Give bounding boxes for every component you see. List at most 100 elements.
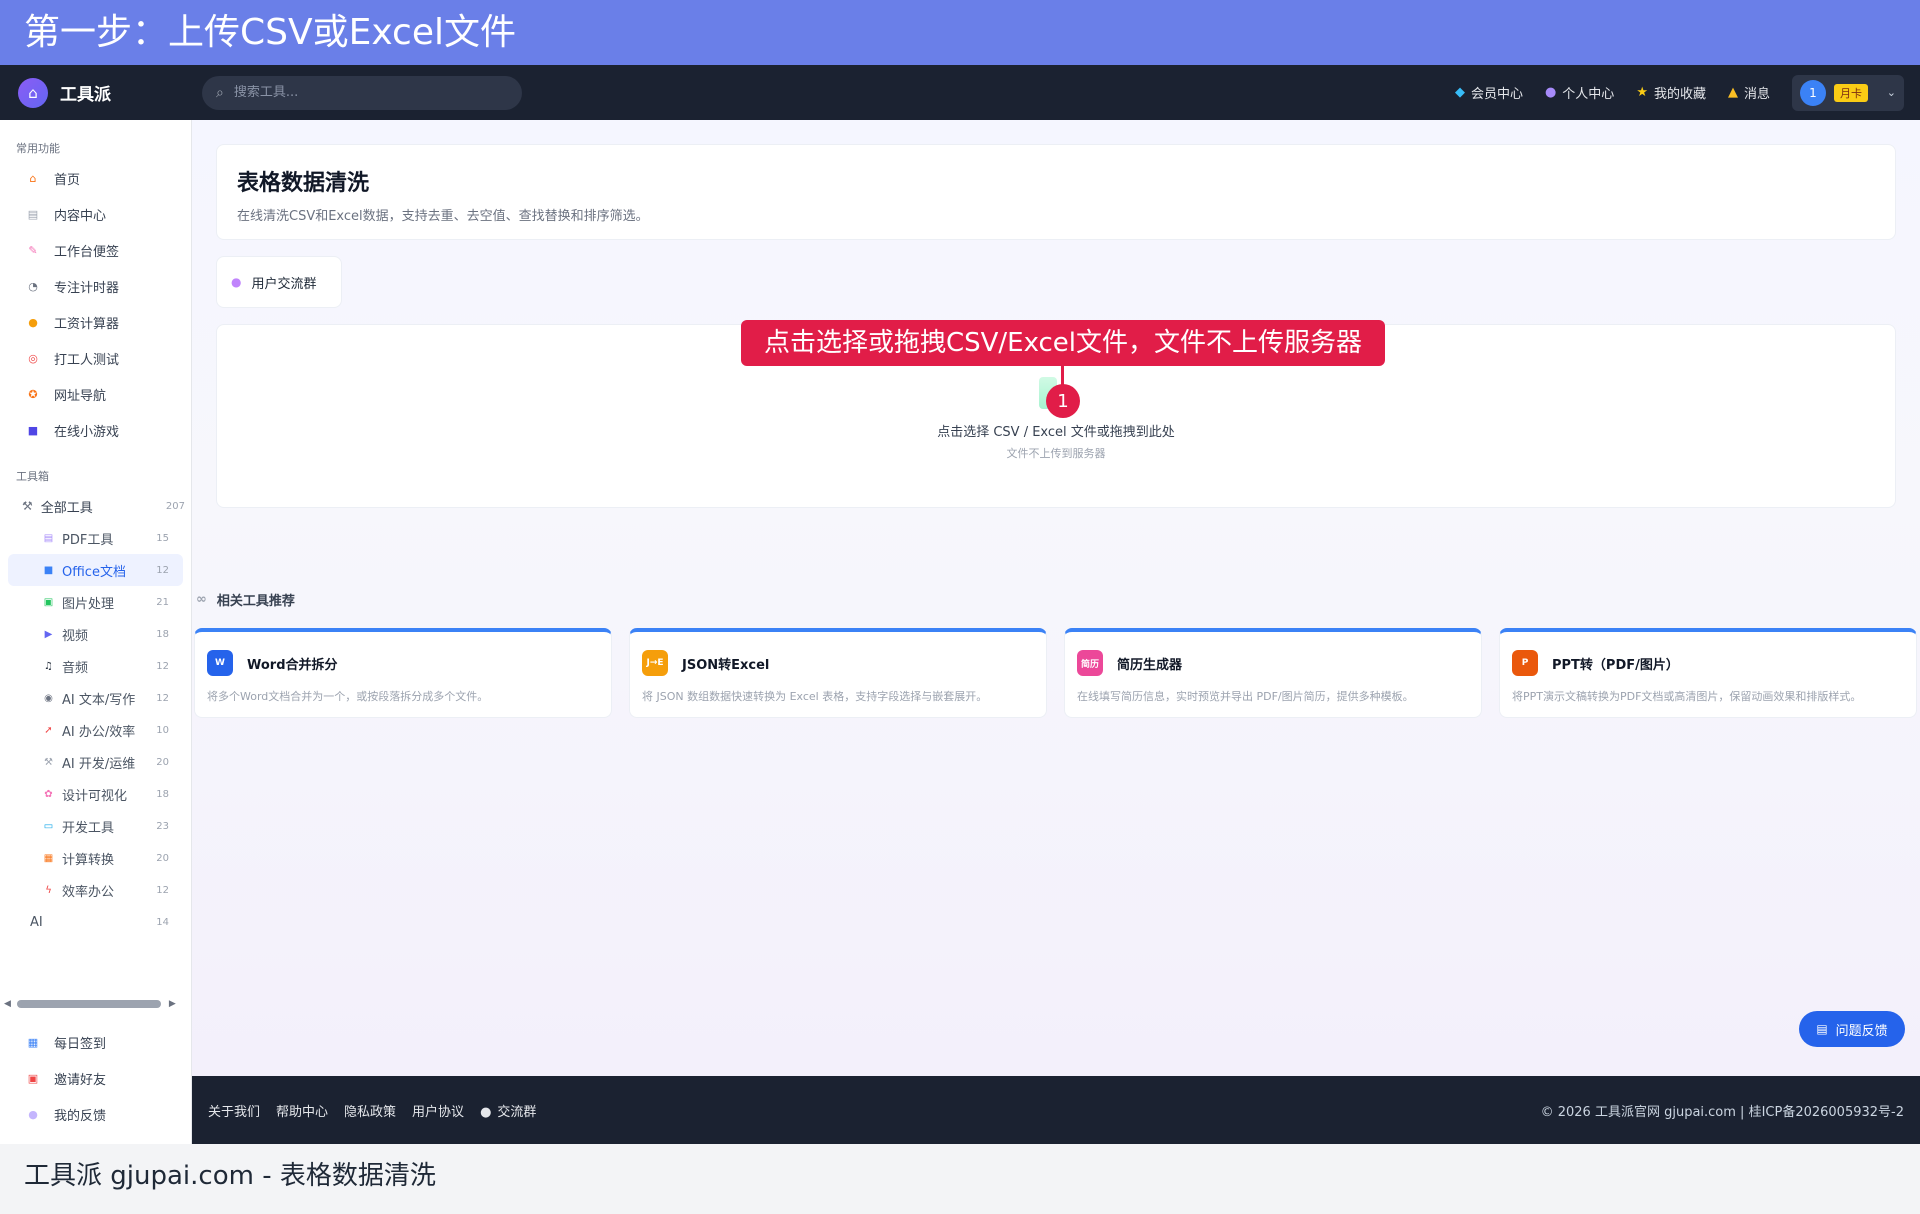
tool-count: 207 xyxy=(165,500,185,512)
sidebar-item-label: 工资计算器 xyxy=(54,316,120,332)
newspaper-icon: ▤ xyxy=(27,207,39,221)
scroll-left-arrow-icon[interactable]: ◀ xyxy=(4,999,11,1009)
link-icon: ∞ xyxy=(196,592,207,607)
tools-icon: ⚒ xyxy=(22,499,33,513)
brand-name: 工具派 xyxy=(60,85,111,105)
footer-link-about[interactable]: 关于我们 xyxy=(208,1101,260,1120)
related-card-header: J→E JSON转Excel xyxy=(642,650,1034,676)
wrench-icon: ⚒ xyxy=(44,756,53,768)
step-banner: 第一步：上传CSV或Excel文件 xyxy=(0,0,1920,65)
gift-icon: ▣ xyxy=(27,1071,39,1085)
copyright: © 2026 工具派官网 gjupai.com | 桂ICP备202600593… xyxy=(1540,1104,1904,1120)
sidebar-tool-item[interactable]: AI 14 xyxy=(8,906,183,938)
tool-count: 10 xyxy=(156,724,169,736)
sidebar-item-invite[interactable]: ▣ 邀请好友 xyxy=(0,1060,191,1096)
nav-favorites[interactable]: ★ 我的收藏 xyxy=(1636,83,1706,102)
scroll-right-arrow-icon[interactable]: ▶ xyxy=(169,999,176,1009)
tool-count: 23 xyxy=(156,820,169,832)
sidebar-item-label: 在线小游戏 xyxy=(54,424,120,440)
brand[interactable]: ⌂ 工具派 xyxy=(18,77,192,108)
related-card-header: 简历 简历生成器 xyxy=(1077,650,1469,676)
feedback-label: 问题反馈 xyxy=(1835,1023,1888,1039)
sidebar-horizontal-scrollbar[interactable]: ◀ ▶ xyxy=(4,997,188,1011)
calculator-icon: ▦ xyxy=(43,852,54,864)
video-icon: ▶ xyxy=(44,628,53,640)
chevron-down-icon: ⌄ xyxy=(1886,86,1896,99)
sidebar-item-home[interactable]: ⌂ 首页 xyxy=(0,160,191,196)
related-tool-card[interactable]: J→E JSON转Excel 将 JSON 数组数据快速转换为 Excel 表格… xyxy=(629,628,1047,718)
sidebar-item-worker-test[interactable]: ◎ 打工人测试 xyxy=(0,340,191,376)
feedback-button[interactable]: ▤ 问题反馈 xyxy=(1799,1011,1905,1047)
sidebar-item-label: 工作台便签 xyxy=(54,244,120,260)
sidebar-item-checkin[interactable]: ▦ 每日签到 xyxy=(0,1024,191,1060)
gamepad-icon: ■ xyxy=(27,423,39,437)
lightning-icon: ϟ xyxy=(45,884,52,896)
related-tool-desc: 将PPT演示文稿转换为PDF文档或高清图片，保留动画效果和排版样式。 xyxy=(1512,690,1862,703)
bell-icon: ▲ xyxy=(1727,85,1738,100)
sidebar-tool-item[interactable]: ▶ 视频 18 xyxy=(8,618,183,650)
related-tool-card[interactable]: W Word合并拆分 将多个Word文档合并为一个，或按段落拆分成多个文件。 xyxy=(194,628,612,718)
sidebar-tool-item[interactable]: ✿ 设计可视化 18 xyxy=(8,778,183,810)
document-icon: ▤ xyxy=(1816,1022,1828,1036)
footer-link-group[interactable]: ● 交流群 xyxy=(480,1101,536,1120)
sidebar-tool-item[interactable]: ♫ 音频 12 xyxy=(8,650,183,682)
sidebar-tool-item[interactable]: ▭ 开发工具 23 xyxy=(8,810,183,842)
chat-icon: ● xyxy=(480,1104,492,1120)
sidebar-item-my-feedback[interactable]: ● 我的反馈 xyxy=(0,1096,191,1132)
home-icon: ⌂ xyxy=(29,171,37,185)
sidebar-tool-item[interactable]: ▣ 图片处理 21 xyxy=(8,586,183,618)
sidebar: 常用功能 ⌂ 首页 ▤ 内容中心 ✎ 工作台便签 ◔ 专注计时器 ● 工资计算器 ◎ 打工人… xyxy=(0,120,192,1144)
search-input[interactable] xyxy=(233,85,494,100)
sidebar-item-all-tools[interactable]: ⚒ 全部工具 207 xyxy=(0,490,191,522)
related-tool-card[interactable]: P PPT转（PDF/图片） 将PPT演示文稿转换为PDF文档或高清图片，保留动… xyxy=(1499,628,1917,718)
nav-right: ◆ 会员中心 ● 个人中心 ★ 我的收藏 ▲ 消息 1 月卡 ⌄ xyxy=(1433,74,1904,111)
sidebar-tool-item[interactable]: ■ Office文档 12 xyxy=(8,554,183,586)
search-box[interactable]: ⌕ xyxy=(202,75,522,110)
timer-icon: ◔ xyxy=(28,279,38,293)
sidebar-tool-label: 效率办公 xyxy=(62,884,115,900)
footer-link-help[interactable]: 帮助中心 xyxy=(276,1101,328,1120)
sidebar-tool-item[interactable]: ➚ AI 办公/效率 10 xyxy=(8,714,183,746)
sidebar-tool-label: Office文档 xyxy=(62,564,126,580)
tool-count: 12 xyxy=(156,660,169,672)
sidebar-tool-item[interactable]: ◉ AI 文本/写作 12 xyxy=(8,682,183,714)
sidebar-tool-item[interactable]: ▤ PDF工具 15 xyxy=(8,522,183,554)
pdf-icon: ▤ xyxy=(43,532,54,544)
tool-icon: W xyxy=(207,650,233,676)
nav-vip-center[interactable]: ◆ 会员中心 xyxy=(1455,83,1523,102)
tool-count: 20 xyxy=(156,756,169,768)
footer-link-terms[interactable]: 用户协议 xyxy=(412,1101,464,1120)
related-tool-card[interactable]: 简历 简历生成器 在线填写简历信息，实时预览并导出 PDF/图片简历，提供多种模… xyxy=(1064,628,1482,718)
sidebar-item-content[interactable]: ▤ 内容中心 xyxy=(0,196,191,232)
tool-count: 20 xyxy=(156,852,169,864)
tool-count: 18 xyxy=(156,788,169,800)
user-icon: ● xyxy=(1544,85,1557,100)
sidebar-item-timer[interactable]: ◔ 专注计时器 xyxy=(0,268,191,304)
footer-link-privacy[interactable]: 隐私政策 xyxy=(344,1101,396,1120)
sidebar-item-salary[interactable]: ● 工资计算器 xyxy=(0,304,191,340)
sidebar-tool-label: 视频 xyxy=(62,628,89,644)
related-tool-name: 简历生成器 xyxy=(1117,657,1183,673)
sidebar-item-label: 每日签到 xyxy=(54,1036,107,1052)
tool-icon: J→E xyxy=(642,650,668,676)
sidebar-tool-item[interactable]: ⚒ AI 开发/运维 20 xyxy=(8,746,183,778)
nav-personal-center[interactable]: ● 个人中心 xyxy=(1545,83,1614,102)
sidebar-item-nav[interactable]: ✪ 网址导航 xyxy=(0,376,191,412)
sidebar-section-toolbox: 工具箱 xyxy=(16,470,49,483)
sidebar-item-games[interactable]: ■ 在线小游戏 xyxy=(0,412,191,448)
scrollbar-thumb[interactable] xyxy=(16,1000,161,1008)
sidebar-tool-item[interactable]: ▦ 计算转换 20 xyxy=(8,842,183,874)
nav-messages[interactable]: ▲ 消息 xyxy=(1728,83,1770,102)
image-icon: ▣ xyxy=(43,596,54,608)
related-tools-title: ∞ 相关工具推荐 xyxy=(196,590,295,609)
tool-count: 12 xyxy=(156,884,169,896)
annotation-callout: 点击选择或拖拽CSV/Excel文件，文件不上传服务器 xyxy=(741,320,1385,366)
sidebar-item-memo[interactable]: ✎ 工作台便签 xyxy=(0,232,191,268)
user-group-button[interactable]: ● 用户交流群 xyxy=(216,256,342,308)
user-menu[interactable]: 1 月卡 ⌄ xyxy=(1792,74,1904,111)
tool-count: 14 xyxy=(156,916,169,928)
sidebar-item-label: 打工人测试 xyxy=(54,352,120,368)
sidebar-tool-item[interactable]: ϟ 效率办公 12 xyxy=(8,874,183,906)
music-icon: ♫ xyxy=(44,660,53,672)
group-button-label: 用户交流群 xyxy=(251,276,317,292)
